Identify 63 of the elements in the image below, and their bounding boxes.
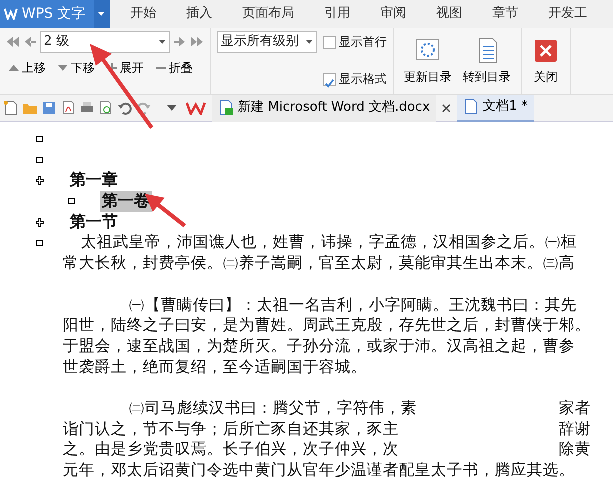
- level-select[interactable]: 2 级: [40, 31, 170, 53]
- empty-marker-icon: [36, 157, 43, 164]
- document-icon: [463, 99, 480, 115]
- ribbon-tab[interactable]: 开发工: [534, 0, 603, 28]
- ribbon-tab[interactable]: 审阅: [366, 0, 422, 28]
- up-button[interactable]: 上移: [6, 59, 49, 77]
- dropdown-caret-icon: [167, 105, 177, 111]
- redo-icon: [136, 100, 152, 116]
- app-menu-button[interactable]: WPS 文字: [0, 0, 94, 28]
- body-text: 除黄: [559, 439, 591, 460]
- document-icon: [218, 100, 234, 116]
- checkbox-label: 显示格式: [339, 71, 387, 88]
- preview-icon: [98, 100, 114, 116]
- save-icon: [41, 100, 57, 116]
- promote-icon: [23, 36, 37, 48]
- body-text: 常大长秋，封费亭侯。㈡养子嵩嗣，官至太尉，莫能审其生出本末。㈢高: [63, 253, 575, 274]
- app-logo-icon: [186, 101, 206, 115]
- heading-text[interactable]: 第一节: [68, 212, 120, 232]
- body-text: ㈡司马彪续汉书曰：腾父节，字符伟，素: [129, 398, 417, 419]
- caret-icon: [306, 40, 313, 44]
- body-text: 世袭爵土，绝而复绍，至今适嗣国于容城。: [63, 356, 367, 378]
- close-icon[interactable]: [442, 104, 452, 112]
- down-button[interactable]: 下移: [55, 59, 98, 77]
- ribbon-tab[interactable]: 引用: [310, 0, 366, 28]
- logo-icon: [4, 8, 18, 20]
- demote-icon: [173, 36, 187, 48]
- ribbon-tab[interactable]: 章节: [478, 0, 534, 28]
- body-text: ㈠【曹瞒传曰】：太祖一名吉利，小字阿瞒。王沈魏书曰：其先: [129, 294, 577, 316]
- dropdown-caret-icon[interactable]: [98, 12, 106, 16]
- empty-marker-icon: [36, 136, 43, 142]
- checkbox[interactable]: [323, 36, 336, 48]
- empty-marker-icon: [36, 240, 43, 246]
- heading-text[interactable]: 第一章: [68, 170, 120, 192]
- body-text: 太祖武皇帝，沛国谯人也，姓曹，讳操，字孟德，汉相国参之后。㈠桓: [81, 232, 577, 254]
- checkbox[interactable]: [323, 72, 336, 86]
- body-text: 阳世，陆终之子曰安，是为曹姓。周武王克殷，存先世之后，封曹侠于邾。: [63, 315, 591, 336]
- ribbon-tab[interactable]: 页面布局: [228, 0, 310, 28]
- update-button[interactable]: 更新目录: [400, 32, 456, 90]
- close-button[interactable]: 关闭: [528, 32, 564, 90]
- ribbon-tab[interactable]: 插入: [172, 0, 228, 28]
- undo-icon: [117, 100, 133, 116]
- body-text: 元年，邓太后诏黄门令选中黄门从官年少温谨者配皇太子书，腾应其选。: [63, 460, 575, 481]
- triangle-down-icon: [58, 63, 68, 73]
- document-tab[interactable]: 新建 Microsoft Word 文档.docx: [212, 94, 436, 122]
- collapse-button[interactable]: 折叠: [153, 59, 196, 77]
- body-text: 于盟会，逮至战国，为楚所灭。子孙分流，或家于沛。汉高祖之起，曹参: [63, 336, 575, 357]
- ribbon-tab[interactable]: 视图: [422, 0, 478, 28]
- demote-to-body-icon: [190, 36, 204, 48]
- body-text: 家者: [559, 398, 591, 419]
- triangle-up-icon: [9, 63, 19, 73]
- new-document-icon: [3, 100, 19, 116]
- checkbox-label: 显示首行: [339, 34, 387, 51]
- body-text: 辞谢: [559, 418, 591, 440]
- expand-button[interactable]: 展开: [104, 59, 147, 77]
- level-filter-select[interactable]: 显示所有级别: [217, 31, 317, 53]
- caret-icon: [159, 40, 166, 44]
- body-text: 之。由是乡党贵叹焉。长子伯兴，次子仲兴，次: [63, 439, 399, 460]
- body-text: 诣门认之，节不与争；后所亡豕自还其家，豕主: [63, 418, 399, 440]
- ribbon-tab[interactable]: 开始: [116, 0, 172, 28]
- document-tab[interactable]: 文档1 *: [457, 94, 534, 122]
- goto-button[interactable]: 转到目录: [459, 32, 515, 90]
- heading-text[interactable]: 第一卷: [100, 191, 152, 212]
- promote-to-heading-icon: [6, 36, 20, 48]
